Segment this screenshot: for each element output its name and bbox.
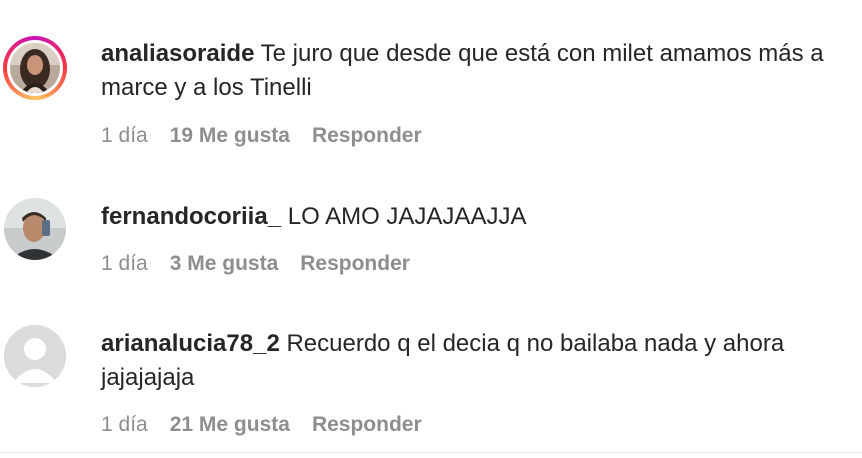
comment-meta: 1 día 21 Me gusta Responder [101, 413, 444, 437]
comment-age: 1 día [101, 124, 148, 147]
profile-photo-icon [10, 43, 60, 93]
comment-body: fernandocoriia_ LO AMO JAJAJAAJJA [101, 200, 851, 234]
comment-body: arianalucia78_2 Recuerdo q el decia q no… [101, 327, 851, 395]
default-user-icon [4, 325, 66, 387]
avatar[interactable] [4, 198, 66, 260]
likes-count-button[interactable]: 19 Me gusta [170, 124, 290, 147]
profile-photo-icon [4, 198, 66, 260]
likes-count-button[interactable]: 3 Me gusta [170, 252, 279, 275]
comment-text: LO AMO JAJAJAAJJA [287, 203, 527, 230]
likes-count-button[interactable]: 21 Me gusta [170, 413, 290, 436]
avatar [10, 43, 60, 93]
comment-age: 1 día [101, 413, 148, 436]
comment-age: 1 día [101, 252, 148, 275]
comment-username[interactable]: fernandocoriia_ [101, 203, 281, 230]
comment-username[interactable]: analiasoraide [101, 40, 254, 67]
comment-body: analiasoraide Te juro que desde que está… [101, 37, 851, 105]
avatar-story-ring[interactable] [3, 36, 67, 100]
comment-username[interactable]: arianalucia78_2 [101, 330, 280, 357]
reply-button[interactable]: Responder [300, 252, 410, 275]
reply-button[interactable]: Responder [312, 124, 422, 147]
comment-meta: 1 día 3 Me gusta Responder [101, 252, 432, 276]
avatar[interactable] [4, 325, 66, 387]
comment-meta: 1 día 19 Me gusta Responder [101, 124, 444, 148]
reply-button[interactable]: Responder [312, 413, 422, 436]
divider [0, 452, 862, 453]
